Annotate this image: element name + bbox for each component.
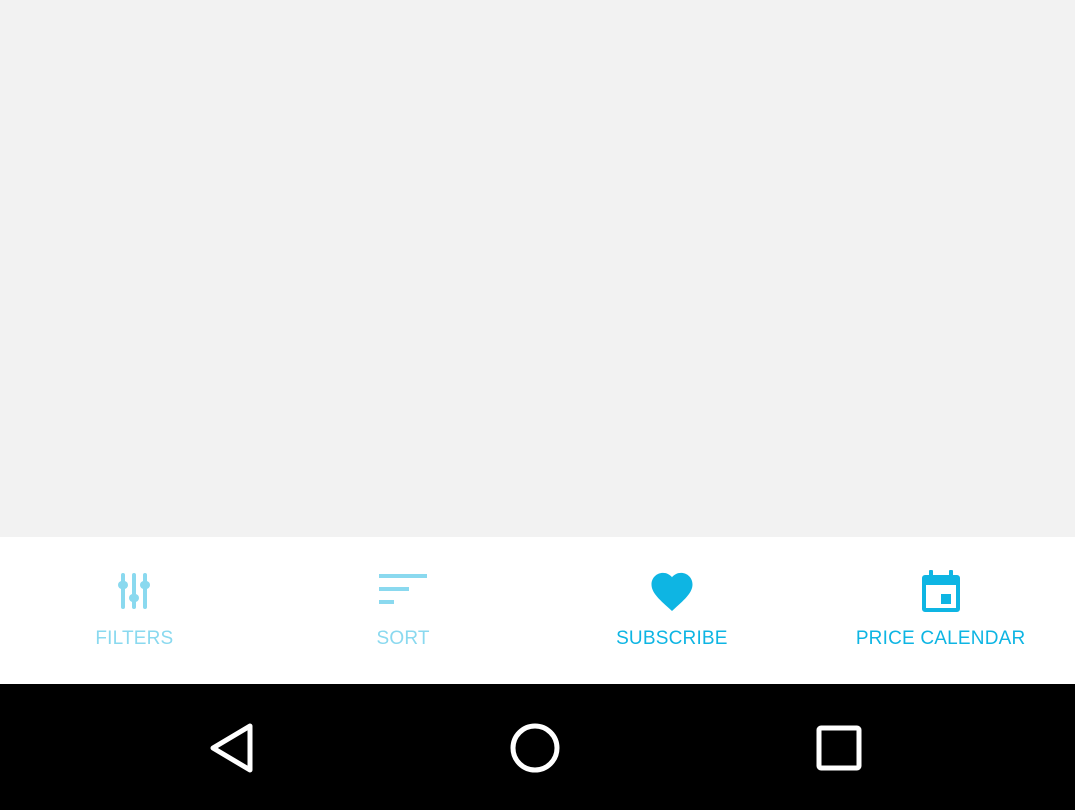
- back-button[interactable]: [203, 718, 263, 778]
- heart-icon: [648, 567, 696, 615]
- price-calendar-button[interactable]: PRICE CALENDAR: [806, 537, 1075, 684]
- subscribe-button[interactable]: SUBSCRIBE: [538, 537, 807, 684]
- sort-button[interactable]: SORT: [269, 537, 538, 684]
- price-calendar-label: PRICE CALENDAR: [855, 628, 1026, 649]
- filters-label: FILTERS: [95, 628, 174, 649]
- system-navigation-bar: [0, 684, 1075, 810]
- back-triangle-icon: [210, 723, 253, 773]
- filters-button[interactable]: FILTERS: [0, 537, 269, 684]
- home-button[interactable]: [505, 718, 565, 778]
- sort-label: SORT: [376, 628, 430, 649]
- bottom-action-bar: FILTERS SORT SUBSCRIBE PRICE CALENDAR: [0, 537, 1075, 684]
- sort-lines-icon: [379, 567, 428, 615]
- recents-square-icon: [816, 725, 862, 771]
- content-area: [0, 0, 1075, 537]
- home-circle-icon: [510, 723, 560, 773]
- recents-button[interactable]: [809, 718, 869, 778]
- calendar-icon: [917, 567, 965, 615]
- subscribe-label: SUBSCRIBE: [616, 628, 728, 649]
- sliders-icon: [110, 567, 158, 615]
